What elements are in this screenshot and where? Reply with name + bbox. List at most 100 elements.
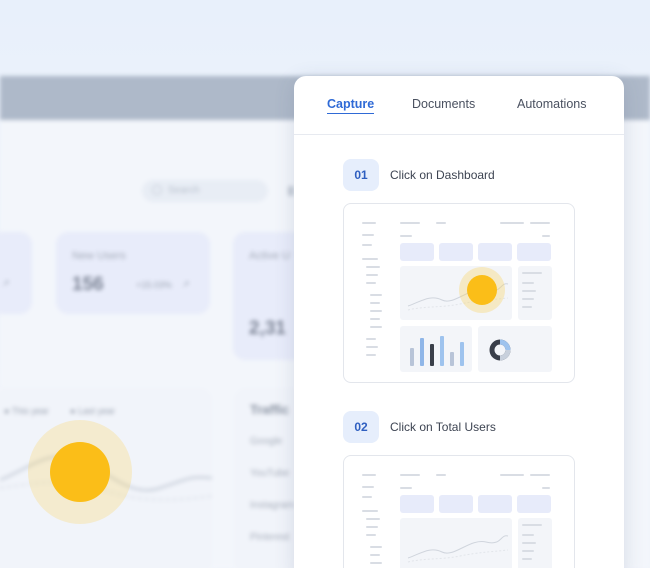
step-screenshot[interactable]: [343, 455, 575, 568]
traffic-item: Pinterest: [250, 532, 290, 543]
mini-bar: [460, 342, 464, 366]
mini-bars: [410, 336, 464, 366]
mini-traffic-item: [522, 298, 534, 300]
mini-stat-card: [439, 243, 473, 261]
mini-icons: [530, 222, 550, 224]
mini-traffic-title: [522, 524, 542, 526]
mini-traffic-item: [522, 542, 536, 544]
mini-stat-card: [439, 495, 473, 513]
mini-line-chart: [400, 518, 512, 568]
stat-value: 156: [72, 274, 104, 295]
mini-nav-item: [366, 346, 378, 348]
panel-tabs: Capture Documents Automations: [294, 76, 624, 135]
step-screenshot[interactable]: [343, 203, 575, 383]
mini-nav-item: [370, 302, 380, 304]
mini-stat-card: [517, 495, 551, 513]
mini-nav-item: [366, 282, 376, 284]
mini-stat-card: [517, 243, 551, 261]
trend-icon: ↗: [182, 279, 190, 289]
stat-label: New Users: [72, 250, 126, 262]
traffic-title: Traffic: [250, 402, 290, 417]
mini-nav-item: [370, 310, 382, 312]
mini-bar: [430, 344, 434, 366]
mini-nav-item: [370, 318, 380, 320]
mini-nav-item: [370, 554, 380, 556]
mini-nav-item: [366, 534, 376, 536]
mini-traffic-panel: [518, 266, 552, 320]
mini-stat-card: [400, 495, 434, 513]
mini-title: [400, 235, 412, 237]
mini-nav-item: [370, 326, 382, 328]
stat-change: +15.03%: [136, 280, 172, 290]
mini-search: [500, 222, 524, 224]
mini-traffic-item: [522, 534, 534, 536]
mini-traffic-title: [522, 272, 542, 274]
mini-nav-item: [370, 294, 382, 296]
step-number: 02: [343, 411, 379, 443]
mini-stat-card: [478, 243, 512, 261]
mini-stat-card: [478, 495, 512, 513]
mini-nav-item: [362, 234, 374, 236]
mini-breadcrumb: [400, 222, 420, 224]
mini-nav-item: [362, 496, 372, 498]
search-icon: [152, 185, 162, 195]
mini-bar: [420, 338, 424, 366]
mini-traffic-item: [522, 550, 534, 552]
mini-breadcrumb: [436, 222, 446, 224]
tab-automations[interactable]: Automations: [517, 97, 586, 111]
mini-nav-item: [370, 546, 382, 548]
mini-logo: [362, 474, 376, 476]
mini-traffic-panel: [518, 518, 552, 568]
mini-traffic-item: [522, 282, 534, 284]
mini-filter: [542, 235, 550, 237]
mini-nav-item: [366, 338, 376, 340]
mini-series: [407, 535, 509, 559]
stat-label: Active U: [249, 250, 290, 262]
traffic-item: YouTube: [250, 468, 290, 479]
step-label: Click on Total Users: [390, 420, 496, 434]
mini-search: [500, 474, 524, 476]
mini-click-highlight: [467, 275, 497, 305]
mini-nav-item: [370, 562, 382, 564]
background-stat-card: ↗: [0, 232, 32, 314]
mini-traffic-item: [522, 306, 532, 308]
mini-bar: [450, 352, 454, 366]
background-search-placeholder: Search: [168, 185, 200, 196]
mini-nav-item: [362, 486, 374, 488]
mini-nav-item: [366, 518, 380, 520]
traffic-item: Instagram: [250, 500, 295, 511]
click-highlight: [50, 442, 110, 502]
mini-bar: [410, 348, 414, 366]
mini-bar: [440, 336, 444, 366]
mini-bar-chart: [400, 326, 472, 372]
mini-traffic-item: [522, 290, 536, 292]
mini-title: [400, 487, 412, 489]
mini-breadcrumb: [400, 474, 420, 476]
step-number: 01: [343, 159, 379, 191]
mini-logo: [362, 222, 376, 224]
mini-nav-item: [362, 510, 378, 512]
step-label: Click on Dashboard: [390, 168, 495, 182]
mini-nav-item: [366, 354, 376, 356]
mini-nav-item: [366, 274, 378, 276]
mini-nav-item: [366, 526, 378, 528]
background-stat-card-new-users: New Users 156 +15.03% ↗: [56, 232, 210, 314]
trend-icon: ↗: [2, 278, 10, 288]
background-search: Search: [142, 180, 268, 202]
mini-filter: [542, 487, 550, 489]
mini-donut-slice: [499, 349, 511, 361]
mini-stat-card: [400, 243, 434, 261]
mini-nav-item: [366, 266, 380, 268]
mini-donut: [489, 339, 511, 361]
mini-traffic-item: [522, 558, 532, 560]
mini-nav-item: [362, 244, 372, 246]
mini-chart-lines: [407, 535, 509, 563]
mini-donut-panel: [478, 326, 552, 372]
stat-value: 2,31: [249, 318, 286, 339]
tab-capture[interactable]: Capture: [327, 97, 375, 114]
mini-nav-item: [362, 258, 378, 260]
tab-documents[interactable]: Documents: [412, 97, 475, 111]
traffic-item: Google: [250, 436, 283, 447]
capture-panel: Capture Documents Automations 01 Click o…: [294, 76, 624, 568]
mini-donut-slice: [499, 339, 511, 351]
